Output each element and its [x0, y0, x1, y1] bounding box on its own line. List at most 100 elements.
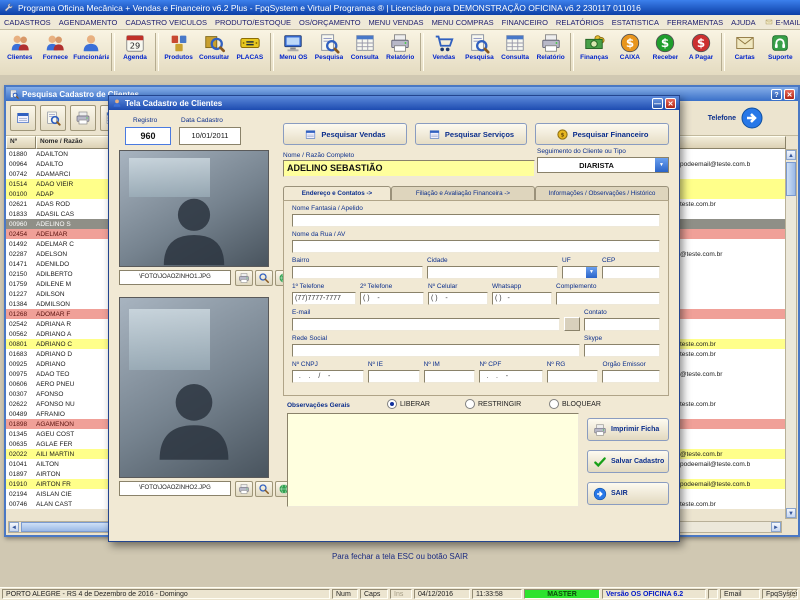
observacoes-textarea[interactable] [287, 413, 579, 507]
cidade-input[interactable] [427, 266, 558, 279]
resize-grip[interactable] [787, 589, 797, 598]
toolbar-suporte[interactable]: Suporte [762, 31, 798, 61]
chevron-down-icon[interactable]: ▼ [655, 158, 668, 172]
scroll-down-icon[interactable]: ▼ [786, 508, 796, 518]
chevron-down-icon[interactable]: ▼ [586, 267, 597, 278]
menu-relat-rios[interactable]: RELATÓRIOS [552, 18, 608, 27]
telefone1-input[interactable]: (77)7777-7777 [292, 292, 356, 305]
photo-2-zoom-button[interactable] [255, 481, 273, 497]
scroll-up-icon[interactable]: ▲ [786, 150, 796, 160]
menu-menu-vendas[interactable]: MENU VENDAS [365, 18, 428, 27]
menu-cadastro-veiculos[interactable]: CADASTRO VEICULOS [121, 18, 211, 27]
column-header-num[interactable]: Nº [6, 136, 36, 149]
toolbar-produtos[interactable]: Produtos [161, 31, 197, 61]
uf-combo[interactable]: ▼ [562, 266, 598, 279]
pesquisar-financeiro-button[interactable]: Pesquisar Financeiro [535, 123, 669, 145]
toolbar-clientes[interactable]: Clientes [2, 31, 38, 61]
vertical-scroll-thumb[interactable] [786, 162, 796, 196]
toolbar-relat-rio[interactable]: Relatório [382, 31, 418, 61]
toolbar-agenda[interactable]: Agenda [117, 31, 153, 61]
photo-1-zoom-button[interactable] [255, 270, 273, 286]
toolbar-consulta[interactable]: Consulta [347, 31, 383, 61]
help-button[interactable]: ? [771, 89, 782, 100]
pesquisar-vendas-button[interactable]: Pesquisar Vendas [283, 123, 407, 145]
toolbar-placas[interactable]: PLACAS [232, 31, 268, 61]
menu-os-or-amento[interactable]: OS/ORÇAMENTO [295, 18, 365, 27]
toolbar-menu-os[interactable]: Menu OS [276, 31, 312, 61]
dialog-minimize-button[interactable]: — [652, 98, 663, 109]
telefone2-input[interactable]: ( ) - [360, 292, 424, 305]
toolbar-caixa[interactable]: CAIXA [612, 31, 648, 61]
menu-cadastros[interactable]: CADASTROS [0, 18, 55, 27]
toolbar-funcion-ria[interactable]: Funcionária [73, 31, 109, 61]
send-email-button[interactable] [564, 317, 580, 331]
salvar-cadastro-button[interactable]: Salvar Cadastro [587, 450, 669, 473]
data-cadastro-value[interactable]: 10/01/2011 [179, 127, 241, 145]
rg-input[interactable] [547, 370, 599, 383]
bairro-input[interactable] [292, 266, 423, 279]
vertical-scrollbar[interactable]: ▲ ▼ [785, 149, 797, 519]
whatsapp-input[interactable]: ( ) - [492, 292, 552, 305]
sair-button[interactable]: SAIR [587, 482, 669, 505]
nome-input[interactable]: ADELINO SEBASTIÃO [283, 160, 535, 177]
tab-endereco-contatos[interactable]: Endereço e Contatos -> [283, 186, 391, 200]
print-list-button[interactable] [70, 105, 96, 131]
photo-1-print-button[interactable] [235, 270, 253, 286]
window-close-button[interactable]: ✕ [784, 89, 795, 100]
rede-social-input[interactable] [292, 344, 580, 357]
email-input[interactable] [292, 318, 560, 331]
menu-financeiro[interactable]: FINANCEIRO [498, 18, 552, 27]
dialog-close-button[interactable]: ✕ [665, 98, 676, 109]
rua-input[interactable] [292, 240, 660, 253]
menu-agendamento[interactable]: AGENDAMENTO [55, 18, 122, 27]
toolbar-receber[interactable]: Receber [648, 31, 684, 61]
orgao-emissor-input[interactable] [602, 370, 660, 383]
new-record-button[interactable] [10, 105, 36, 131]
search-record-button[interactable] [40, 105, 66, 131]
toolbar-cartas[interactable]: Cartas [727, 31, 763, 61]
cpf-input[interactable]: . . - [479, 370, 542, 383]
toolbar-a-pagar[interactable]: A Pagar [683, 31, 719, 61]
horizontal-scroll-thumb[interactable] [21, 522, 111, 532]
toolbar-fornece[interactable]: Fornece [38, 31, 74, 61]
toolbar-finan-as[interactable]: Finanças [576, 31, 612, 61]
menu-ajuda[interactable]: AJUDA [727, 18, 760, 27]
search-go-button[interactable] [740, 106, 764, 130]
scroll-left-icon[interactable]: ◄ [9, 522, 19, 532]
toolbar-consultar[interactable]: Consultar [196, 31, 232, 61]
radio-liberar[interactable]: LIBERAR [387, 399, 430, 409]
toolbar-pesquisa[interactable]: Pesquisa [311, 31, 347, 61]
im-input[interactable] [424, 370, 476, 383]
radio-bloquear[interactable]: BLOQUEAR [549, 399, 601, 409]
menu-estatistica[interactable]: ESTATISTICA [608, 18, 663, 27]
menu-e-mail[interactable]: E-MAIL [760, 18, 800, 27]
toolbar-pesquisa[interactable]: Pesquisa [462, 31, 498, 61]
photo-1-path[interactable]: \FOTO\JOAOZINHO1.JPG [119, 270, 231, 285]
dialog-titlebar[interactable]: Tela Cadastro de Clientes — ✕ [109, 96, 679, 110]
nome-fantasia-input[interactable] [292, 214, 660, 227]
skype-input[interactable] [584, 344, 660, 357]
celular-input[interactable]: ( ) - [428, 292, 488, 305]
scroll-right-icon[interactable]: ► [771, 522, 781, 532]
pesquisar-servicos-button[interactable]: Pesquisar Serviços [415, 123, 527, 145]
toolbar-relat-rio[interactable]: Relatório [533, 31, 569, 61]
tab-informacoes-observacoes[interactable]: Informações / Observações / Histórico [535, 186, 669, 200]
status-email[interactable]: Email [720, 589, 760, 599]
photo-2-print-button[interactable] [235, 481, 253, 497]
tab-filiacao-avaliacao[interactable]: Filiação e Avaliação Financeira -> [391, 186, 535, 200]
seguimento-combo[interactable]: DIARISTA ▼ [537, 157, 669, 173]
toolbar-consulta[interactable]: Consulta [497, 31, 533, 61]
complemento-input[interactable] [556, 292, 660, 305]
menu-ferramentas[interactable]: FERRAMENTAS [663, 18, 727, 27]
cep-input[interactable] [602, 266, 660, 279]
imprimir-ficha-button[interactable]: Imprimir Ficha [587, 418, 669, 441]
menu-menu-compras[interactable]: MENU COMPRAS [428, 18, 498, 27]
registro-value[interactable]: 960 [125, 127, 171, 145]
radio-restringir[interactable]: RESTRINGIR [465, 399, 521, 409]
ie-input[interactable] [368, 370, 420, 383]
column-header-email[interactable] [676, 136, 786, 149]
contato-input[interactable] [584, 318, 660, 331]
toolbar-vendas[interactable]: Vendas [426, 31, 462, 61]
menu-produto-estoque[interactable]: PRODUTO/ESTOQUE [211, 18, 295, 27]
photo-2-path[interactable]: \FOTO\JOAOZINHO2.JPG [119, 481, 231, 496]
